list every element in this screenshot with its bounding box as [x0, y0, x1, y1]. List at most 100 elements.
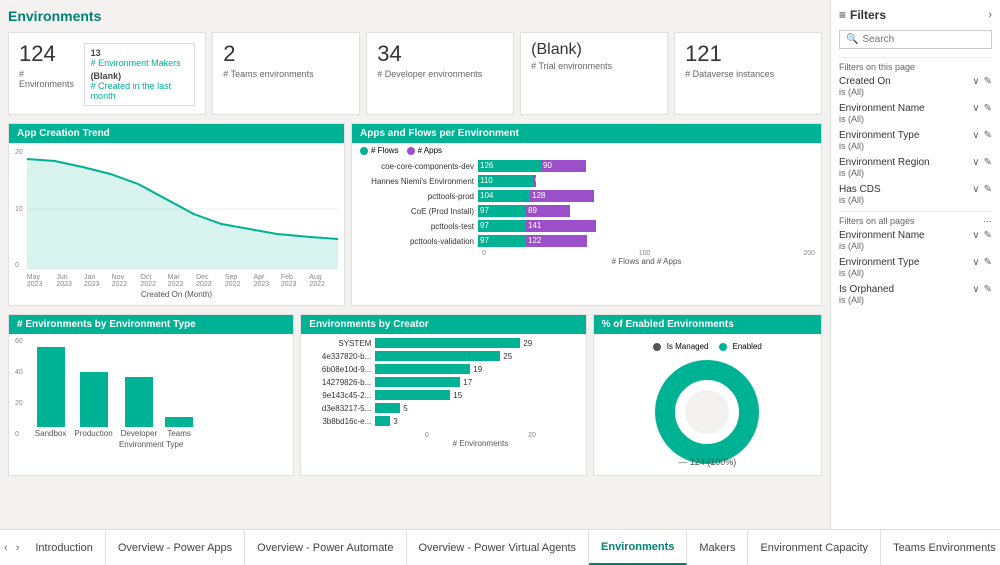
apps-flows-x-label: # Flows and # Apps [358, 257, 815, 266]
tab-introduction[interactable]: Introduction [23, 530, 105, 565]
filters-title: ≡ Filters [839, 8, 886, 22]
search-input[interactable] [862, 34, 985, 45]
filter-created-on: Created On ∨ ✎ is (All) [839, 76, 992, 97]
kpi-trial: (Blank) # Trial environments [520, 32, 668, 115]
filter-edit-icon-6[interactable]: ✎ [984, 230, 992, 241]
tab-environments[interactable]: Environments [589, 530, 687, 565]
main-area: Environments 124 # Environments 13 # Env… [0, 0, 1000, 529]
pct-enabled-card: % of Enabled Environments Is Managed Ena… [593, 314, 822, 476]
app-creation-trend-card: App Creation Trend 20 10 0 [8, 123, 345, 306]
donut-legend: Is Managed Enabled [653, 342, 762, 351]
bar-row-hannes: Hannes Niemi's Environment 110 6 [358, 175, 815, 187]
filter-chevron-down-7[interactable]: ∨ [972, 257, 979, 268]
pct-enabled-title: % of Enabled Environments [594, 315, 821, 334]
filter-chevron-down-8[interactable]: ∨ [972, 284, 979, 295]
charts-row: App Creation Trend 20 10 0 [8, 123, 822, 306]
filter-is-orphaned: Is Orphaned ∨ ✎ is (All) [839, 284, 992, 305]
kpi-row: 124 # Environments 13 # Environment Make… [8, 32, 822, 115]
enabled-dot [719, 343, 727, 351]
env-type-x-label: Environment Type [9, 440, 293, 453]
filter-chevron-down-2[interactable]: ∨ [972, 103, 979, 114]
kpi-environments-main: 124 [19, 41, 76, 67]
vbar-developer: Developer [121, 377, 157, 438]
tab-makers[interactable]: Makers [687, 530, 748, 565]
kpi-developer: 34 # Developer environments [366, 32, 514, 115]
kpi-environments: 124 # Environments 13 # Environment Make… [8, 32, 206, 115]
filter-edit-icon-7[interactable]: ✎ [984, 257, 992, 268]
filter-chevron-down-4[interactable]: ∨ [972, 157, 979, 168]
filter-edit-icon-2[interactable]: ✎ [984, 103, 992, 114]
creator-row-1: 4e337820-b... 25 [305, 351, 579, 361]
creator-row-4: 9e143c45-2... 15 [305, 390, 579, 400]
kpi-sub-makers: # Environment Makers [91, 58, 189, 68]
filter-chevron-down-5[interactable]: ∨ [972, 184, 979, 195]
kpi-sub-blank: (Blank) [91, 71, 189, 81]
creator-row-6: 3b8bd16c-e... 3 [305, 416, 579, 426]
vbar-sandbox: Sandbox [35, 347, 67, 438]
filter-chevron-down[interactable]: ∨ [972, 76, 979, 87]
tab-teams-environments[interactable]: Teams Environments [881, 530, 1000, 565]
bar-row-pcttools-val: pcttools-validation 97 122 [358, 235, 815, 247]
vbar-chart: Sandbox Production Developer Teams [27, 338, 201, 438]
line-chart-x-label: Created On (Month) [15, 290, 338, 299]
kpi-sub-last-month: # Created in the last month [91, 81, 189, 101]
filter-search-box[interactable]: 🔍 [839, 30, 992, 49]
filter-env-name: Environment Name ∨ ✎ is (All) [839, 103, 992, 124]
dashboard: Environments 124 # Environments 13 # Env… [0, 0, 830, 529]
tab-prev-icon[interactable]: ‹ [0, 530, 12, 565]
filter-edit-icon-5[interactable]: ✎ [984, 184, 992, 195]
kpi-dataverse: 121 # Dataverse instances [674, 32, 822, 115]
vbar-teams: Teams [165, 417, 193, 438]
line-chart-svg [27, 149, 338, 269]
tab-environment-capacity[interactable]: Environment Capacity [748, 530, 881, 565]
page-title: Environments [8, 8, 822, 24]
filter-has-cds: Has CDS ∨ ✎ is (All) [839, 184, 992, 205]
env-by-type-title: # Environments by Environment Type [9, 315, 293, 334]
env-by-creator-title: Environments by Creator [301, 315, 585, 334]
bar-row-pcttools-prod: pcttools-prod 104 128 [358, 190, 815, 202]
bar-row-pcttools-test: pcttools-test 97 141 [358, 220, 815, 232]
env-by-creator-card: Environments by Creator SYSTEM 29 4e3378… [300, 314, 586, 476]
filters-header: ≡ Filters › [839, 8, 992, 22]
apps-flows-card: Apps and Flows per Environment # Flows #… [351, 123, 822, 306]
app-creation-trend-title: App Creation Trend [9, 124, 344, 143]
creator-row-3: 14279826-b... 17 [305, 377, 579, 387]
vbar-production: Production [74, 372, 112, 438]
tab-bar: ‹ › Introduction Overview - Power Apps O… [0, 529, 1000, 565]
creator-row-2: 6b08e10d-9... 19 [305, 364, 579, 374]
apps-flows-legend: # Flows # Apps [352, 143, 821, 158]
tab-power-virtual-agents[interactable]: Overview - Power Virtual Agents [407, 530, 590, 565]
filter-chevron-down-3[interactable]: ∨ [972, 130, 979, 141]
filter-edit-icon-3[interactable]: ✎ [984, 130, 992, 141]
all-pages-filters-label: Filters on all pages ··· [839, 211, 992, 226]
filter-all-env-name: Environment Name ∨ ✎ is (All) [839, 230, 992, 251]
page-filters-label: Filters on this page [839, 57, 992, 72]
bar-row-coe-prod: CoE (Prod Install) 97 89 [358, 205, 815, 217]
donut-label: — 124 (100%) [678, 457, 736, 467]
more-options-icon[interactable]: ··· [983, 216, 992, 226]
filters-expand-icon[interactable]: › [988, 9, 992, 21]
donut-container: Is Managed Enabled — 124 (100%) [594, 334, 821, 475]
flows-legend-color [360, 147, 368, 155]
tab-power-automate[interactable]: Overview - Power Automate [245, 530, 406, 565]
filter-edit-icon-8[interactable]: ✎ [984, 284, 992, 295]
env-by-type-card: # Environments by Environment Type 60 40… [8, 314, 294, 476]
creator-row-system: SYSTEM 29 [305, 338, 579, 348]
kpi-teams: 2 # Teams environments [212, 32, 360, 115]
filter-edit-icon[interactable]: ✎ [984, 76, 992, 87]
filter-chevron-down-6[interactable]: ∨ [972, 230, 979, 241]
tab-next-icon[interactable]: › [12, 530, 24, 565]
filter-env-region: Environment Region ∨ ✎ is (All) [839, 157, 992, 178]
filters-sidebar: ≡ Filters › 🔍 Filters on this page Creat… [830, 0, 1000, 529]
donut-chart-svg [652, 357, 762, 467]
tab-power-apps[interactable]: Overview - Power Apps [106, 530, 245, 565]
app-creation-trend-body: 20 10 0 [9, 143, 344, 305]
filter-all-env-type: Environment Type ∨ ✎ is (All) [839, 257, 992, 278]
is-managed-dot [653, 343, 661, 351]
bottom-row: # Environments by Environment Type 60 40… [8, 314, 822, 476]
kpi-sub-count: 13 [91, 48, 189, 58]
bar-row-coe-dev: coe-core-components-dev 126 90 [358, 160, 815, 172]
creator-row-5: d3e83217-5... 5 [305, 403, 579, 413]
creator-x-label: # Environments [301, 439, 585, 452]
filter-edit-icon-4[interactable]: ✎ [984, 157, 992, 168]
